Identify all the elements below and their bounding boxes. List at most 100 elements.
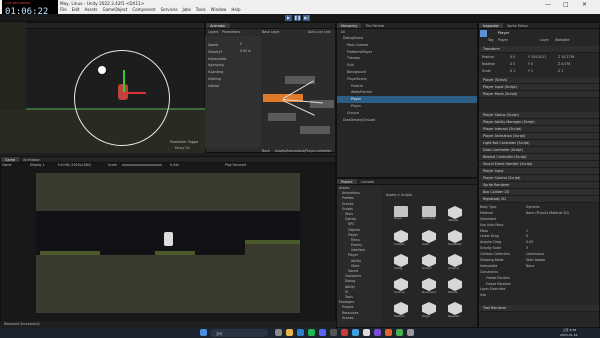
display-dropdown[interactable]: Display 1 [30, 163, 45, 167]
animator-auto-live[interactable]: Auto Live Link [308, 30, 330, 34]
tree-item[interactable]: Scenes [337, 316, 381, 321]
hierarchy-item-selected[interactable]: Player [337, 96, 477, 103]
animator-state-node[interactable] [268, 113, 296, 121]
tab-game[interactable]: Game [1, 157, 20, 162]
taskbar-search[interactable]: 검색 [210, 329, 268, 337]
menu-edit[interactable]: Edit [72, 7, 80, 12]
step-button[interactable]: ▶| [303, 15, 310, 21]
asset-tile[interactable]: Movement [422, 278, 436, 294]
hierarchy-item[interactable]: Ground [337, 110, 477, 117]
menu-window[interactable]: Window [211, 7, 227, 12]
hierarchy-item[interactable]: DontDestroyOnLoad [337, 117, 477, 124]
param-row[interactable]: IsGrounded [205, 56, 261, 63]
asset-tile[interactable]: Jumping [448, 254, 462, 270]
asset-tile[interactable]: Dash [422, 230, 436, 246]
hierarchy-item[interactable]: DebugScene [337, 35, 477, 42]
project-breadcrumb[interactable]: Assets > Scripts [386, 193, 412, 197]
asset-tile[interactable]: Particle [448, 278, 462, 294]
move-gizmo-y[interactable] [123, 70, 125, 92]
hierarchy-item[interactable]: Player [337, 103, 477, 110]
object-name-field[interactable]: Player [498, 31, 509, 35]
asset-tile[interactable]: Landing [394, 278, 408, 294]
menu-jobs[interactable]: Jobs [183, 7, 191, 12]
unity-hub-icon[interactable] [330, 329, 337, 336]
close-button[interactable]: ✕ [582, 1, 587, 8]
component-header[interactable]: Player (Script) [479, 77, 599, 84]
app-icon[interactable] [407, 329, 414, 336]
param-row[interactable]: VelocityY [205, 49, 261, 56]
minimize-button[interactable]: — [545, 1, 551, 8]
tab-animator[interactable]: Animator [206, 23, 230, 28]
asset-tile[interactable]: Respawn [448, 302, 462, 318]
layer-dropdown[interactable]: Walkable [555, 38, 569, 42]
scale-y[interactable]: Y 1 [528, 69, 533, 73]
component-header[interactable]: Sound Event Handler (Script) [479, 161, 599, 168]
visual-studio-icon[interactable] [374, 329, 381, 336]
asset-tile[interactable]: Collision [394, 230, 408, 246]
component-header[interactable]: Player Status (Script) [479, 112, 599, 119]
app-icon[interactable] [352, 329, 359, 336]
asset-tile[interactable]: Ground [422, 254, 436, 270]
param-row[interactable]: Speed [205, 42, 261, 49]
position-y[interactable]: Y 104.5021 [528, 55, 546, 59]
component-header[interactable]: Light Bot Controller (Script) [479, 140, 599, 147]
hierarchy-item[interactable]: PlatformsPlayer [337, 49, 477, 56]
spotify-icon[interactable] [308, 329, 315, 336]
light-icon[interactable] [98, 66, 106, 74]
move-gizmo-x[interactable] [124, 92, 146, 94]
asset-tile[interactable]: Gameplay [422, 206, 436, 220]
tab-sprite-editor[interactable]: Sprite Editor [503, 23, 532, 28]
component-header[interactable]: Dash Controller (Script) [479, 147, 599, 154]
animator-state-node[interactable] [300, 126, 330, 134]
component-header[interactable]: Player Animation (Script) [479, 133, 599, 140]
position-x[interactable]: X 0 [510, 55, 515, 59]
hierarchy-item[interactable]: Grid [337, 62, 477, 69]
hierarchy-item[interactable]: WaterParticle [337, 89, 477, 96]
rotation-x[interactable]: X 0 [510, 62, 515, 66]
game-display-dropdown[interactable]: Game [2, 163, 12, 167]
trail-renderer-header[interactable]: Trail Renderer [479, 305, 599, 312]
tab-animation[interactable]: Animation [19, 157, 44, 162]
hierarchy-item[interactable]: Particle [337, 83, 477, 90]
tab-hierarchy[interactable]: Hierarchy [337, 23, 362, 28]
menu-tools[interactable]: Tools [196, 7, 206, 12]
param-row[interactable]: IsLanding [205, 69, 261, 76]
rotation-y[interactable]: Y 0 [528, 62, 533, 66]
taskbar-time[interactable]: 오후 8:38 [563, 328, 576, 332]
component-header[interactable]: Rewind Controller (Script) [479, 154, 599, 161]
component-header[interactable]: Player Interact (Script) [479, 126, 599, 133]
position-z[interactable]: Z 10.2736 [558, 55, 574, 59]
component-header[interactable]: Player Input (Script) [479, 84, 599, 91]
menu-gameobject[interactable]: GameObject [102, 7, 127, 12]
asset-tile[interactable]: Platform [394, 302, 408, 318]
file-explorer-icon[interactable] [286, 329, 293, 336]
menu-services[interactable]: Services [161, 7, 178, 12]
hierarchy-item[interactable]: Tilemap [337, 55, 477, 62]
param-value-velocity[interactable]: 0.00 m [240, 49, 251, 53]
hierarchy-item[interactable]: Background [337, 69, 477, 76]
component-header[interactable]: Player Input [479, 168, 599, 175]
discord-icon[interactable] [319, 329, 326, 336]
param-row[interactable]: IsFalling [205, 76, 261, 83]
app-icon[interactable] [385, 329, 392, 336]
animator-tab-layers[interactable]: Layers [208, 30, 219, 34]
tab-console[interactable]: Console [357, 179, 378, 184]
play-button[interactable]: ▶ [285, 15, 292, 21]
param-row[interactable]: IsDead [205, 83, 261, 90]
transform-header[interactable]: Transform [479, 46, 599, 53]
param-value-speed[interactable]: 0 [240, 42, 242, 46]
play-focused-dropdown[interactable]: Play Focused [225, 163, 246, 167]
taskbar-date[interactable]: 2023-01-16 [560, 333, 577, 337]
hierarchy-item[interactable]: PlayerScene [337, 76, 477, 83]
component-header[interactable]: Rigidbody 2D [479, 196, 599, 203]
asset-tile[interactable]: Player [394, 206, 408, 220]
task-view-icon[interactable] [275, 329, 282, 336]
pause-button[interactable]: ❚❚ [294, 15, 301, 21]
field-label[interactable]: Info [480, 293, 486, 297]
component-header[interactable]: Box Collider 2D [479, 189, 599, 196]
resolution-dropdown[interactable]: Full HD (1920x1080) [58, 163, 91, 167]
animator-base-layer[interactable]: Base Layer [262, 30, 280, 34]
menu-file[interactable]: File [60, 7, 67, 12]
asset-tile[interactable]: Dialog [394, 254, 408, 270]
scale-z[interactable]: Z 1 [558, 69, 563, 73]
